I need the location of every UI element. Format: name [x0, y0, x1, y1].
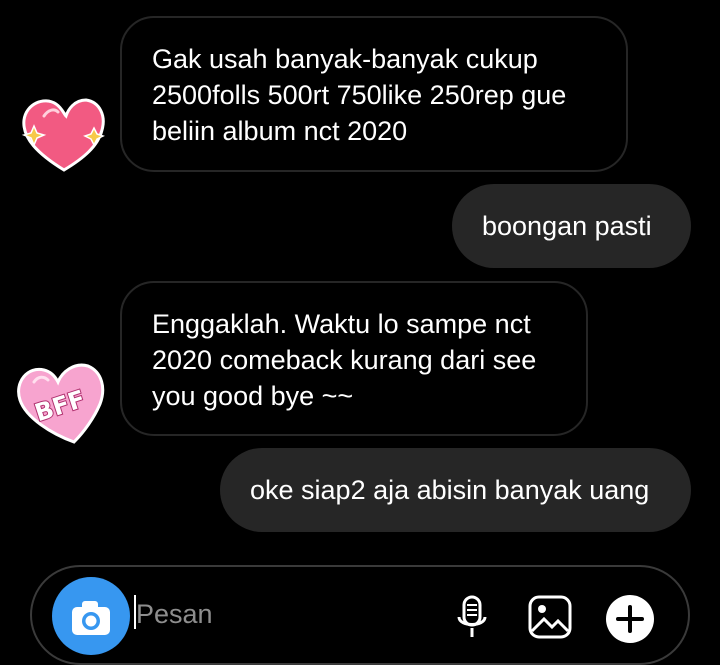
message-bubble-outgoing[interactable]: boongan pasti — [452, 184, 691, 268]
message-bubble-outgoing[interactable]: oke siap2 aja abisin banyak uang — [220, 448, 691, 532]
message-text: Enggaklah. Waktu lo sampe nct 2020 comeb… — [152, 309, 537, 411]
microphone-icon — [457, 595, 487, 637]
message-bubble-incoming[interactable]: Enggaklah. Waktu lo sampe nct 2020 comeb… — [120, 281, 588, 436]
message-text: oke siap2 aja abisin banyak uang — [250, 475, 650, 505]
message-text: boongan pasti — [482, 211, 652, 241]
bff-heart-icon: BFF — [17, 363, 105, 444]
more-options-button[interactable] — [604, 591, 656, 643]
plus-circle-icon — [606, 595, 654, 643]
heart-sparkle-sticker[interactable] — [14, 92, 110, 174]
gallery-button[interactable] — [526, 591, 574, 641]
heart-sparkle-icon — [21, 98, 105, 172]
bff-heart-sticker[interactable]: BFF — [12, 356, 108, 446]
message-input[interactable] — [134, 591, 426, 637]
microphone-button[interactable] — [452, 591, 492, 641]
message-bubble-incoming[interactable]: Gak usah banyak-banyak cukup 2500folls 5… — [120, 16, 628, 172]
camera-button[interactable] — [52, 577, 130, 655]
camera-icon — [72, 601, 110, 635]
message-text: Gak usah banyak-banyak cukup 2500folls 5… — [152, 44, 567, 146]
image-icon — [528, 595, 572, 639]
message-composer — [30, 565, 690, 665]
